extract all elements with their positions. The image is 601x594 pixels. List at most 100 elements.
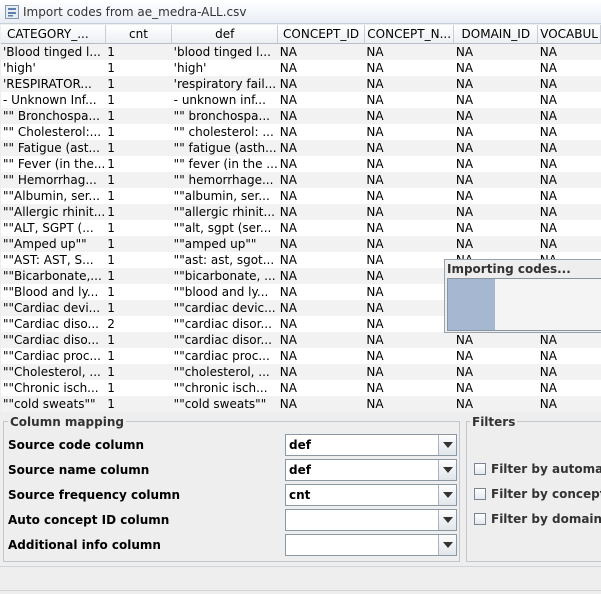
table-row[interactable]: 'high' 1'high' NA NA NA NA bbox=[1, 59, 601, 76]
column-header[interactable]: DOMAIN_ID bbox=[453, 25, 539, 44]
table-cell[interactable]: ""allergic rhinit... bbox=[171, 203, 278, 220]
table-cell[interactable]: NA bbox=[277, 59, 365, 76]
table-cell[interactable]: "" bronchospa... bbox=[171, 107, 278, 124]
table-row[interactable]: ""Albumin, ser... 1 ""albumin, ser... NA NA N… bbox=[1, 187, 601, 204]
table-cell[interactable]: NA bbox=[277, 139, 365, 156]
table-cell[interactable]: ""amped up"" bbox=[171, 235, 278, 252]
table-cell[interactable]: ""cold sweats"" bbox=[1, 395, 106, 412]
table-cell[interactable]: 'RESPIRATOR... bbox=[1, 75, 106, 92]
table-cell[interactable]: ""Chronic isch... bbox=[1, 379, 106, 396]
table-cell[interactable]: NA bbox=[277, 267, 365, 284]
table-cell[interactable]: NA bbox=[364, 251, 454, 268]
table-row[interactable]: "" Fatigue (ast... 1 "" fatigue (asth... NA… bbox=[1, 139, 601, 156]
table-cell[interactable]: NA bbox=[277, 219, 365, 236]
table-cell[interactable]: ""cholesterol, ... bbox=[171, 363, 278, 380]
table-cell[interactable]: NA bbox=[364, 219, 454, 236]
table-cell[interactable]: NA bbox=[277, 107, 365, 124]
table-cell[interactable]: NA bbox=[537, 107, 601, 124]
column-header[interactable]: CONCEPT_N... bbox=[364, 25, 455, 44]
chevron-down-icon[interactable] bbox=[438, 460, 456, 480]
table-row[interactable]: ""Cardiac diso... 1 ""cardiac disor... NA NA… bbox=[1, 331, 601, 348]
filter-automatic-checkbox[interactable] bbox=[474, 463, 486, 475]
table-cell[interactable]: NA bbox=[364, 283, 454, 300]
table-cell[interactable]: ""ALT, SGPT (... bbox=[1, 219, 106, 236]
table-cell[interactable]: ""bicarbonate, ... bbox=[171, 267, 278, 284]
additional-info-combo[interactable] bbox=[285, 534, 457, 556]
table-cell[interactable]: ""Allergic rhinit... bbox=[1, 203, 106, 220]
table-cell[interactable]: NA bbox=[453, 75, 538, 92]
table-row[interactable]: 'RESPIRATOR... 1'respiratory fail... NA NA N… bbox=[1, 75, 601, 92]
table-cell[interactable]: NA bbox=[364, 395, 454, 412]
table-cell[interactable]: NA bbox=[537, 155, 601, 172]
table-cell[interactable]: "" Hemorrhag... bbox=[1, 171, 106, 188]
table-cell[interactable]: "" fatigue (asth... bbox=[171, 139, 278, 156]
table-cell[interactable]: NA bbox=[453, 203, 538, 220]
column-header[interactable]: CONCEPT_ID bbox=[277, 25, 365, 44]
filter-concept-class-label[interactable]: Filter by concept cla bbox=[491, 487, 601, 501]
table-cell[interactable]: NA bbox=[364, 139, 454, 156]
table-cell[interactable]: 1 bbox=[105, 171, 172, 188]
column-header[interactable]: CATEGORY_... bbox=[1, 25, 106, 44]
table-cell[interactable]: NA bbox=[364, 235, 454, 252]
source-frequency-combo[interactable]: cnt bbox=[285, 484, 457, 506]
table-row[interactable]: 'Blood tinged l... 1'blood tinged l... NA N… bbox=[1, 43, 601, 60]
table-cell[interactable]: NA bbox=[537, 379, 601, 396]
table-cell[interactable]: NA bbox=[453, 155, 538, 172]
table-cell[interactable]: 1 bbox=[105, 267, 172, 284]
table-cell[interactable]: NA bbox=[364, 299, 454, 316]
table-cell[interactable]: 1 bbox=[105, 43, 172, 60]
table-cell[interactable]: NA bbox=[537, 91, 601, 108]
table-cell[interactable]: NA bbox=[364, 315, 454, 332]
table-cell[interactable]: 1 bbox=[105, 395, 172, 412]
table-cell[interactable]: ""cardiac devic... bbox=[171, 299, 278, 316]
table-cell[interactable]: NA bbox=[277, 187, 365, 204]
column-header[interactable]: VOCABUL bbox=[537, 25, 601, 44]
column-header[interactable]: cnt bbox=[105, 25, 173, 44]
column-header[interactable]: def bbox=[171, 25, 279, 44]
table-row[interactable]: - Unknown Inf... 1- unknown inf... NA NA NA N… bbox=[1, 91, 601, 108]
table-cell[interactable]: ""Amped up"" bbox=[1, 235, 106, 252]
table-cell[interactable]: NA bbox=[537, 331, 601, 348]
table-cell[interactable]: NA bbox=[537, 235, 601, 252]
table-cell[interactable]: NA bbox=[537, 43, 601, 60]
table-cell[interactable]: "" Bronchospa... bbox=[1, 107, 106, 124]
table-cell[interactable]: NA bbox=[277, 283, 365, 300]
table-cell[interactable]: 'blood tinged l... bbox=[171, 43, 278, 60]
table-cell[interactable]: NA bbox=[537, 347, 601, 364]
table-cell[interactable]: 1 bbox=[105, 283, 172, 300]
table-row[interactable]: ""Allergic rhinit... 1 ""allergic rhinit..… bbox=[1, 203, 601, 220]
table-cell[interactable]: NA bbox=[453, 91, 538, 108]
chevron-down-icon[interactable] bbox=[438, 435, 456, 455]
table-cell[interactable]: ""Albumin, ser... bbox=[1, 187, 106, 204]
table-cell[interactable]: - unknown inf... bbox=[171, 91, 278, 108]
table-cell[interactable]: NA bbox=[537, 363, 601, 380]
table-cell[interactable]: ""Cardiac diso... bbox=[1, 315, 106, 332]
table-cell[interactable]: 'high' bbox=[1, 59, 106, 76]
table-cell[interactable]: 1 bbox=[105, 363, 172, 380]
table-cell[interactable]: NA bbox=[537, 395, 601, 412]
table-cell[interactable]: NA bbox=[537, 139, 601, 156]
table-cell[interactable]: 1 bbox=[105, 91, 172, 108]
table-cell[interactable]: NA bbox=[277, 171, 365, 188]
chevron-down-icon[interactable] bbox=[438, 485, 456, 505]
table-cell[interactable]: NA bbox=[453, 347, 538, 364]
table-row[interactable]: ""Cholesterol, ... 1 ""cholesterol, ... NA N… bbox=[1, 363, 601, 380]
table-cell[interactable]: NA bbox=[364, 379, 454, 396]
table-cell[interactable]: 1 bbox=[105, 299, 172, 316]
table-cell[interactable]: NA bbox=[537, 75, 601, 92]
table-cell[interactable]: 'high' bbox=[171, 59, 278, 76]
table-row[interactable]: ""cold sweats"" 1 ""cold sweats"" NA NA NA NA bbox=[1, 395, 601, 412]
table-cell[interactable]: "" fever (in the ... bbox=[171, 155, 278, 172]
table-cell[interactable]: NA bbox=[364, 155, 454, 172]
table-cell[interactable]: NA bbox=[364, 203, 454, 220]
table-cell[interactable]: ""ast: ast, sgot... bbox=[171, 251, 278, 268]
table-cell[interactable]: ""AST: AST, S... bbox=[1, 251, 106, 268]
table-cell[interactable]: ""cardiac disor... bbox=[171, 315, 278, 332]
table-cell[interactable]: 1 bbox=[105, 331, 172, 348]
table-cell[interactable]: ""Bicarbonate,... bbox=[1, 267, 106, 284]
table-row[interactable]: ""Chronic isch... 1 ""chronic isch... NA NA N… bbox=[1, 379, 601, 396]
table-cell[interactable]: NA bbox=[453, 59, 538, 76]
table-cell[interactable]: NA bbox=[277, 203, 365, 220]
auto-concept-id-combo[interactable] bbox=[285, 509, 457, 531]
table-cell[interactable]: NA bbox=[537, 171, 601, 188]
